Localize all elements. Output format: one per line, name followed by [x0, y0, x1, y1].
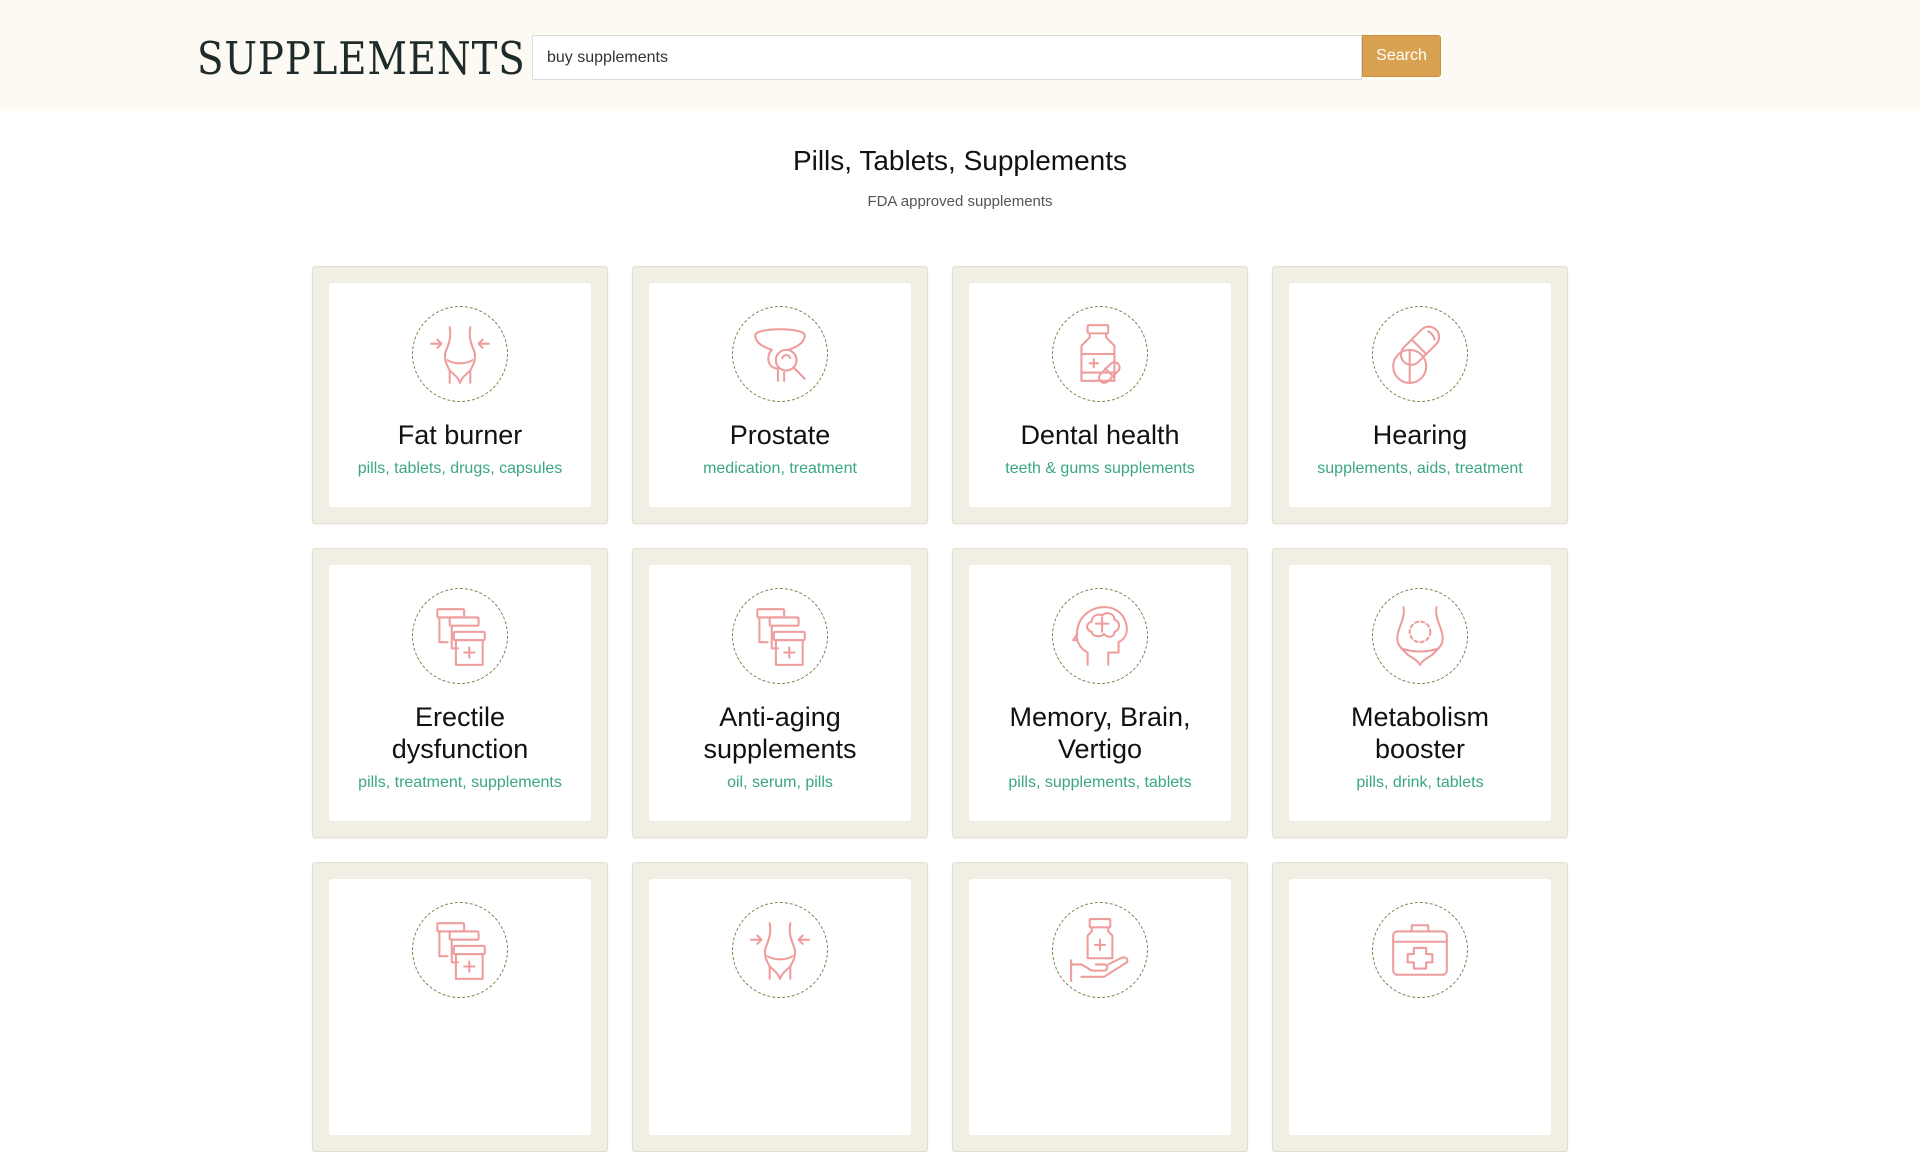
belly-icon	[1372, 588, 1468, 684]
card-title: Erectile dysfunction	[391, 702, 529, 764]
search-bar: Search	[532, 35, 1441, 80]
card-title: Metabolism booster	[1350, 702, 1490, 764]
waist-icon	[412, 306, 508, 402]
brain-head-icon	[1052, 588, 1148, 684]
medicine-boxes-icon	[412, 902, 508, 998]
site-header: SUPPLEMENTS Search	[0, 0, 1920, 111]
waist-icon	[732, 902, 828, 998]
category-card[interactable]: Fat burner pills, tablets, drugs, capsul…	[312, 266, 608, 524]
card-tags: oil, serum, pills	[727, 774, 833, 791]
category-card[interactable]	[312, 862, 608, 1152]
medicine-boxes-icon	[412, 588, 508, 684]
card-title: Prostate	[729, 420, 831, 450]
page-title: Pills, Tablets, Supplements	[792, 145, 1128, 176]
category-grid: Fat burner pills, tablets, drugs, capsul…	[312, 266, 1568, 1152]
category-card[interactable]: Anti-aging supplements oil, serum, pills	[632, 548, 928, 838]
card-tags: supplements, aids, treatment	[1317, 460, 1523, 477]
card-title: Fat burner	[397, 420, 523, 450]
card-tags: pills, tablets, drugs, capsules	[357, 460, 563, 477]
page-subtitle: FDA approved supplements	[867, 193, 1053, 210]
prostate-icon	[732, 306, 828, 402]
medicine-bottle-icon	[1052, 306, 1148, 402]
card-tags: pills, drink, tablets	[1356, 774, 1484, 791]
card-tags: teeth & gums supplements	[1005, 460, 1195, 477]
category-card[interactable]	[1272, 862, 1568, 1152]
category-card[interactable]: Erectile dysfunction pills, treatment, s…	[312, 548, 608, 838]
category-card[interactable]	[952, 862, 1248, 1152]
hand-bottle-icon	[1052, 902, 1148, 998]
category-card[interactable]: Prostate medication, treatment	[632, 266, 928, 524]
search-button[interactable]: Search	[1362, 35, 1441, 77]
category-card[interactable]: Metabolism booster pills, drink, tablets	[1272, 548, 1568, 838]
card-title: Memory, Brain, Vertigo	[1009, 702, 1191, 764]
card-tags: pills, treatment, supplements	[358, 774, 562, 791]
category-card[interactable]: Dental health teeth & gums supplements	[952, 266, 1248, 524]
category-card[interactable]: Hearing supplements, aids, treatment	[1272, 266, 1568, 524]
category-card[interactable]: Memory, Brain, Vertigo pills, supplement…	[952, 548, 1248, 838]
pills-icon	[1372, 306, 1468, 402]
first-aid-kit-icon	[1372, 902, 1468, 998]
card-title: Hearing	[1372, 420, 1468, 450]
card-title: Dental health	[1020, 420, 1180, 450]
category-card[interactable]	[632, 862, 928, 1152]
site-logo[interactable]: SUPPLEMENTS	[197, 32, 526, 86]
card-tags: pills, supplements, tablets	[1008, 774, 1192, 791]
card-tags: medication, treatment	[703, 460, 857, 477]
hero-section: Pills, Tablets, Supplements FDA approved…	[0, 145, 1920, 210]
search-input[interactable]	[532, 35, 1362, 80]
card-title: Anti-aging supplements	[703, 702, 857, 764]
medicine-boxes-icon	[732, 588, 828, 684]
